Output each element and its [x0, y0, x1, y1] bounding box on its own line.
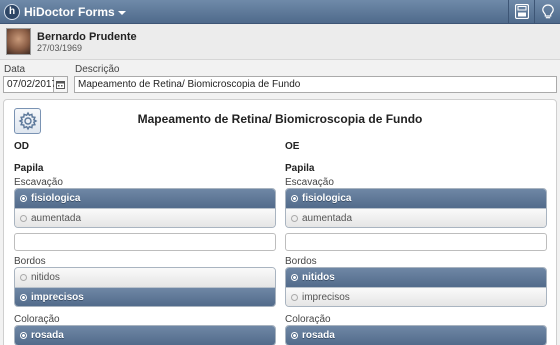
- calendar-icon: [56, 81, 65, 89]
- radio-unselected-icon: [291, 215, 298, 222]
- calendar-button[interactable]: [54, 76, 68, 93]
- radio-option-fisiologica[interactable]: fisiologica: [15, 189, 275, 208]
- radio-option-label: rosada: [31, 330, 64, 341]
- bordos-label: Bordos: [14, 256, 46, 267]
- escavacao-label: Escavação: [14, 177, 63, 188]
- radio-option-imprecisos[interactable]: imprecisos: [15, 287, 275, 306]
- coloracao-label: Coloração: [14, 314, 60, 325]
- escavacao-notes-input[interactable]: [285, 233, 547, 251]
- radio-option-rosada[interactable]: rosada: [15, 326, 275, 345]
- escavacao-radio-group: fisiologica aumentada: [285, 188, 547, 228]
- patient-dob: 27/03/1969: [37, 43, 83, 53]
- date-field[interactable]: 07/02/2017: [3, 76, 57, 93]
- description-field[interactable]: Mapeamento de Retina/ Biomicroscopia de …: [74, 76, 557, 93]
- patient-name: Bernardo Prudente: [37, 31, 137, 43]
- radio-option-label: aumentada: [302, 213, 353, 224]
- bordos-radio-group: nitidos imprecisos: [285, 267, 547, 307]
- bordos-label: Bordos: [285, 256, 317, 267]
- eye-label: OE: [285, 141, 300, 152]
- coloracao-label: Coloração: [285, 314, 331, 325]
- bordos-radio-group: nitidos imprecisos: [14, 267, 276, 307]
- radio-selected-icon: [20, 294, 27, 301]
- save-icon: [515, 4, 529, 19]
- radio-selected-icon: [20, 332, 27, 339]
- lightbulb-icon: [542, 4, 554, 19]
- radio-option-fisiologica[interactable]: fisiologica: [286, 189, 546, 208]
- radio-option-label: imprecisos: [31, 292, 84, 303]
- radio-option-nitidos[interactable]: nitidos: [286, 268, 546, 287]
- radio-unselected-icon: [20, 274, 27, 281]
- radio-option-label: rosada: [302, 330, 335, 341]
- radio-option-aumentada[interactable]: aumentada: [15, 208, 275, 227]
- radio-unselected-icon: [291, 294, 298, 301]
- escavacao-radio-group: fisiologica aumentada: [14, 188, 276, 228]
- radio-option-imprecisos[interactable]: imprecisos: [286, 287, 546, 306]
- description-label: Descrição: [75, 64, 120, 75]
- radio-option-label: nitidos: [31, 272, 60, 283]
- form-panel: Mapeamento de Retina/ Biomicroscopia de …: [3, 99, 557, 345]
- radio-selected-icon: [291, 274, 298, 281]
- radio-selected-icon: [20, 195, 27, 202]
- patient-header: Bernardo Prudente 27/03/1969: [0, 24, 560, 60]
- app-logo-icon[interactable]: h: [4, 4, 20, 20]
- radio-option-label: nitidos: [302, 272, 335, 283]
- save-button[interactable]: [508, 0, 534, 24]
- radio-option-nitidos[interactable]: nitidos: [15, 268, 275, 287]
- radio-option-label: imprecisos: [302, 292, 350, 303]
- escavacao-label: Escavação: [285, 177, 334, 188]
- date-label: Data: [4, 64, 26, 75]
- eye-label: OD: [14, 141, 29, 152]
- tips-button[interactable]: [534, 0, 560, 24]
- coloracao-radio-group: rosada: [14, 325, 276, 345]
- top-bar: h HiDoctor Forms: [0, 0, 560, 24]
- radio-selected-icon: [291, 195, 298, 202]
- escavacao-notes-input[interactable]: [14, 233, 276, 251]
- radio-unselected-icon: [20, 215, 27, 222]
- radio-option-label: aumentada: [31, 213, 82, 224]
- section-title: Papila: [285, 163, 315, 174]
- app-title: HiDoctor Forms: [24, 5, 115, 19]
- radio-option-aumentada[interactable]: aumentada: [286, 208, 546, 227]
- radio-selected-icon: [291, 332, 298, 339]
- form-title: Mapeamento de Retina/ Biomicroscopia de …: [137, 112, 423, 126]
- radio-option-label: fisiologica: [31, 193, 81, 204]
- app-menu[interactable]: HiDoctor Forms: [24, 5, 126, 19]
- chevron-down-icon: [117, 10, 126, 15]
- radio-option-label: fisiologica: [302, 193, 352, 204]
- section-title: Papila: [14, 163, 44, 174]
- coloracao-radio-group: rosada: [285, 325, 547, 345]
- radio-option-rosada[interactable]: rosada: [286, 326, 546, 345]
- avatar: [6, 28, 31, 55]
